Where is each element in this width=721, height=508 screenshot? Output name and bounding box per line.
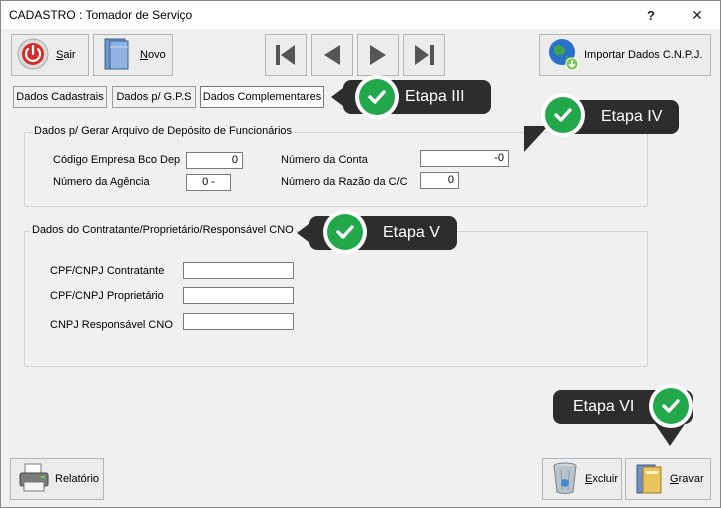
codigo-empresa-label: Código Empresa Bco Dep (53, 154, 181, 166)
etapa-iii-label: Etapa III (405, 88, 465, 105)
cnpj-cno-field[interactable] (183, 313, 294, 330)
printer-icon (17, 462, 51, 497)
help-button[interactable]: ? (629, 3, 673, 27)
next-record-button[interactable] (357, 34, 399, 76)
etapa-v-label: Etapa V (383, 224, 440, 241)
numero-razao-field[interactable]: 0 (420, 172, 459, 189)
previous-record-button[interactable] (311, 34, 353, 76)
globe-download-icon (546, 37, 580, 74)
next-icon (370, 45, 386, 65)
first-record-button[interactable] (265, 34, 307, 76)
relatorio-label: Relatório (55, 473, 100, 485)
deposito-group (24, 132, 648, 207)
gravar-label: Gravar (670, 473, 704, 485)
relatorio-button[interactable]: Relatório (10, 458, 104, 500)
numero-razao-label: Número da Razão da C/C (281, 176, 408, 188)
novo-button[interactable]: Novo (93, 34, 173, 76)
etapa-iv-pointer (524, 126, 548, 152)
window-title: CADASTRO : Tomador de Serviço (9, 8, 193, 22)
tab-dados-gps[interactable]: Dados p/ G.P.S (112, 86, 196, 108)
cnpj-cno-label: CNPJ Responsável CNO (50, 319, 173, 331)
last-icon (415, 45, 434, 65)
save-folder-icon (634, 461, 664, 498)
cadastro-window: CADASTRO : Tomador de Serviço ? ✕ Sair N… (0, 0, 721, 508)
last-record-button[interactable] (403, 34, 445, 76)
new-document-icon (102, 37, 132, 74)
etapa-vi-label: Etapa VI (573, 398, 635, 415)
cpf-contratante-label: CPF/CNPJ Contratante (50, 265, 165, 277)
trash-icon (551, 461, 579, 498)
sair-button[interactable]: Sair (11, 34, 89, 76)
power-icon (16, 37, 50, 74)
importar-cnpj-button[interactable]: Importar Dados C.N.P.J. (539, 34, 711, 76)
numero-agencia-label: Número da Agência (53, 176, 150, 188)
tab-dados-cadastrais[interactable]: Dados Cadastrais (13, 86, 107, 108)
sair-label: Sair (56, 49, 76, 61)
close-button[interactable]: ✕ (675, 3, 719, 27)
cpf-proprietario-label: CPF/CNPJ Proprietário (50, 290, 164, 302)
deposito-group-legend: Dados p/ Gerar Arquivo de Depósito de Fu… (32, 125, 295, 137)
excluir-label: Excluir (585, 473, 619, 485)
etapa-v-check-icon (323, 210, 367, 254)
novo-label: Novo (140, 49, 166, 61)
etapa-iii-check-icon (355, 75, 399, 119)
importar-label: Importar Dados C.N.P.J. (584, 49, 703, 61)
etapa-iv-label: Etapa IV (601, 108, 663, 125)
gravar-button[interactable]: Gravar (625, 458, 711, 500)
contratante-group-legend: Dados do Contratante/Proprietário/Respon… (30, 224, 296, 236)
cpf-proprietario-field[interactable] (183, 287, 294, 304)
first-icon (276, 45, 295, 65)
tab-dados-complementares[interactable]: Dados Complementares (200, 86, 324, 108)
numero-conta-field[interactable]: -0 (420, 150, 509, 167)
numero-conta-label: Número da Conta (281, 154, 368, 166)
etapa-iv-check-icon (541, 93, 585, 137)
title-bar: CADASTRO : Tomador de Serviço ? ✕ (1, 1, 720, 29)
codigo-empresa-field[interactable]: 0 (186, 152, 243, 169)
etapa-vi-check-icon (649, 384, 693, 428)
previous-icon (324, 45, 340, 65)
numero-agencia-field[interactable]: 0 - (186, 174, 231, 191)
excluir-button[interactable]: Excluir (542, 458, 622, 500)
cpf-contratante-field[interactable] (183, 262, 294, 279)
